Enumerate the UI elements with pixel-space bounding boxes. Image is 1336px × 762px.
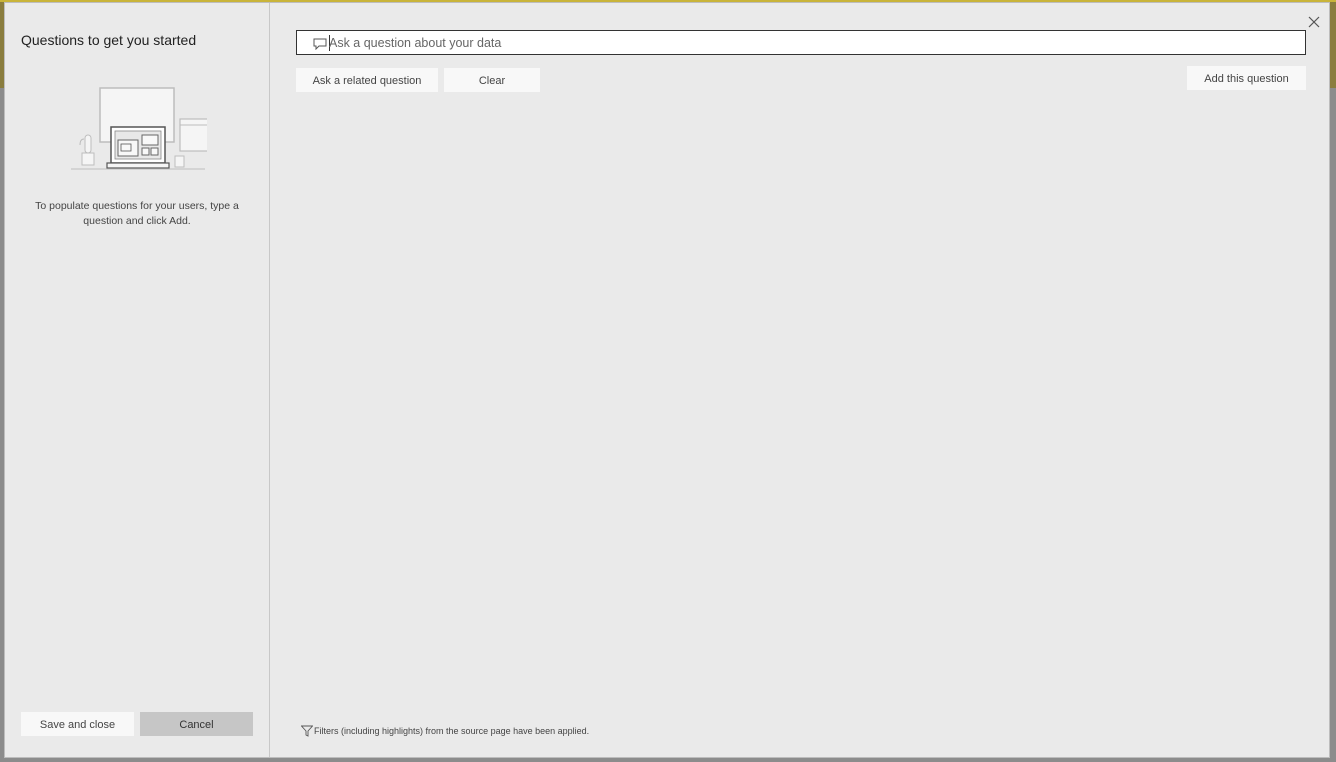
suggested-questions-pane: Questions to get you started To populate…: [5, 3, 270, 757]
pane-title: Questions to get you started: [21, 32, 197, 48]
filter-notice-text: Filters (including highlights) from the …: [314, 726, 590, 736]
filter-icon: [301, 725, 313, 737]
ask-related-question-button[interactable]: Ask a related question: [296, 68, 438, 92]
desk-illustration: [71, 87, 207, 170]
speech-bubble-icon: [313, 38, 327, 50]
question-input[interactable]: [329, 33, 1289, 52]
cancel-button[interactable]: Cancel: [140, 712, 253, 736]
filter-notice: Filters (including highlights) from the …: [301, 725, 589, 737]
qna-setup-dialog: Questions to get you started To populate…: [4, 2, 1330, 758]
save-and-close-button[interactable]: Save and close: [21, 712, 134, 736]
question-search-box[interactable]: [296, 30, 1306, 55]
clear-button[interactable]: Clear: [444, 68, 540, 92]
close-icon[interactable]: [1307, 15, 1321, 29]
add-this-question-button[interactable]: Add this question: [1187, 66, 1306, 90]
qna-editor-pane: Ask a related question Clear Add this qu…: [270, 3, 1329, 757]
help-text: To populate questions for your users, ty…: [35, 200, 239, 227]
